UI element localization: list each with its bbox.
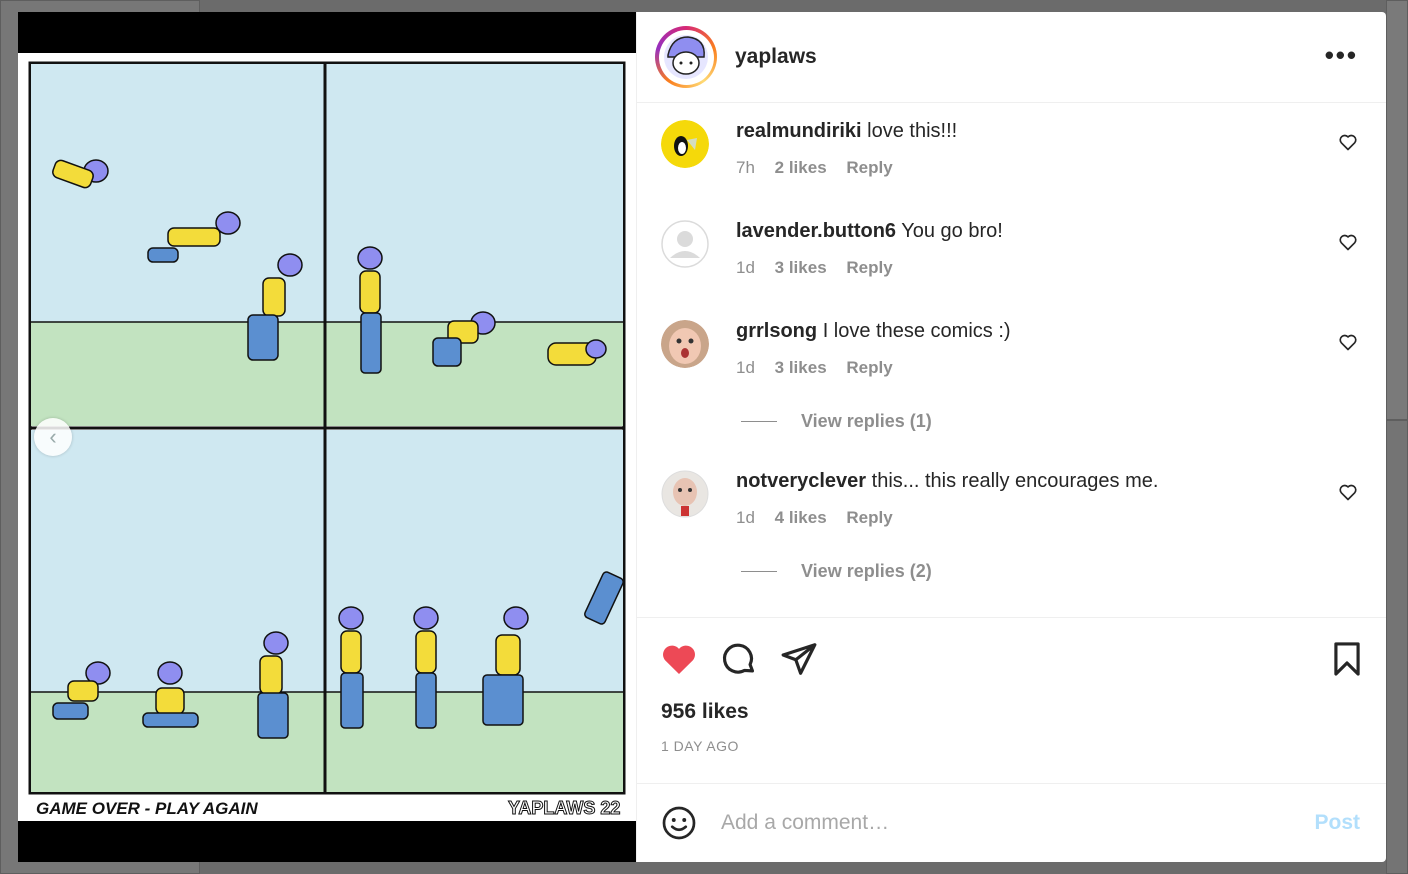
- comic-image: GAME OVER - PLAY AGAIN YAPLAWS 22: [18, 53, 636, 821]
- comment-text: love this!!!: [867, 120, 958, 142]
- share-icon[interactable]: [780, 640, 818, 678]
- view-replies-label: View replies (2): [801, 561, 932, 581]
- comment-icon[interactable]: [720, 640, 758, 678]
- post-panel: yaplaws ••• realmundiriki love this!!! 7…: [636, 12, 1386, 862]
- post-media: GAME OVER - PLAY AGAIN YAPLAWS 22 ‹: [18, 12, 636, 862]
- view-replies-button[interactable]: View replies (2): [741, 561, 932, 582]
- comment-likes[interactable]: 3 likes: [775, 358, 827, 377]
- heart-outline-icon[interactable]: [1338, 132, 1358, 152]
- divider: [741, 571, 777, 572]
- comment-time: 1d: [736, 508, 755, 527]
- comment-text: You go bro!: [901, 220, 1003, 242]
- comment-time: 1d: [736, 258, 755, 277]
- comment-time: 7h: [736, 158, 755, 177]
- post-comment-button[interactable]: Post: [1314, 811, 1360, 835]
- heart-outline-icon[interactable]: [1338, 332, 1358, 352]
- comments-list: realmundiriki love this!!! 7h 2 likes Re…: [637, 103, 1386, 618]
- commenter-avatar[interactable]: [661, 320, 709, 368]
- comment-username[interactable]: lavender.button6: [736, 220, 896, 242]
- reply-button[interactable]: Reply: [846, 158, 892, 177]
- comment-username[interactable]: notveryclever: [736, 470, 866, 492]
- post-actions: 956 likes 1 DAY AGO: [637, 618, 1386, 784]
- comment-likes[interactable]: 2 likes: [775, 158, 827, 177]
- author-avatar[interactable]: [655, 26, 717, 88]
- post-timestamp: 1 DAY AGO: [661, 738, 739, 754]
- add-comment-bar: Post: [637, 784, 1386, 862]
- commenter-avatar[interactable]: [661, 120, 709, 168]
- reply-button[interactable]: Reply: [846, 358, 892, 377]
- chevron-left-icon: ‹: [49, 424, 57, 449]
- heart-outline-icon[interactable]: [1338, 482, 1358, 502]
- carousel-prev-button[interactable]: ‹: [34, 418, 72, 456]
- comment-text: this... this really encourages me.: [871, 470, 1159, 492]
- heart-filled-icon[interactable]: [660, 640, 698, 678]
- comment-likes[interactable]: 3 likes: [775, 258, 827, 277]
- view-replies-label: View replies (1): [801, 411, 932, 431]
- comment-likes[interactable]: 4 likes: [775, 508, 827, 527]
- heart-outline-icon[interactable]: [1338, 232, 1358, 252]
- comment-username[interactable]: grrlsong: [736, 320, 817, 342]
- author-avatar-image: [664, 35, 708, 79]
- comic-signature: YAPLAWS 22: [508, 798, 620, 818]
- post-header: yaplaws •••: [637, 12, 1386, 103]
- comic-caption: GAME OVER - PLAY AGAIN: [36, 799, 258, 818]
- divider: [741, 421, 777, 422]
- reply-button[interactable]: Reply: [846, 508, 892, 527]
- likes-count[interactable]: 956 likes: [661, 700, 749, 724]
- more-options-icon[interactable]: •••: [1325, 42, 1358, 68]
- commenter-avatar[interactable]: [661, 470, 709, 518]
- commenter-avatar[interactable]: [661, 220, 709, 268]
- emoji-icon[interactable]: [661, 805, 697, 841]
- comment-time: 1d: [736, 358, 755, 377]
- view-replies-button[interactable]: View replies (1): [741, 411, 932, 432]
- comment-input[interactable]: [721, 811, 1315, 835]
- post-modal: GAME OVER - PLAY AGAIN YAPLAWS 22 ‹ yapl: [18, 12, 1386, 862]
- reply-button[interactable]: Reply: [846, 258, 892, 277]
- comment-username[interactable]: realmundiriki: [736, 120, 862, 142]
- bookmark-icon[interactable]: [1328, 640, 1366, 678]
- author-username[interactable]: yaplaws: [735, 45, 817, 69]
- comment-text: I love these comics :): [822, 320, 1011, 342]
